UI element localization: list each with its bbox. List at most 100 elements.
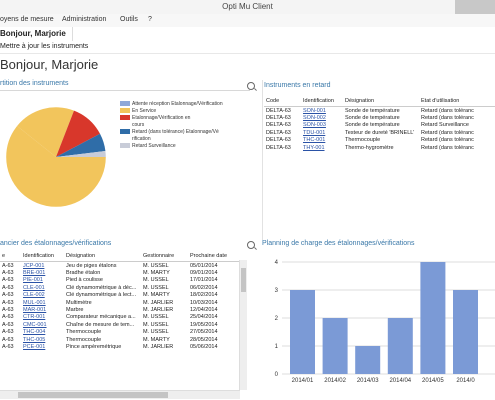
y-tick-label: 0 bbox=[275, 372, 279, 378]
instrument-link[interactable]: CMC-001 bbox=[23, 322, 47, 328]
instrument-link[interactable]: SON-002 bbox=[303, 115, 326, 121]
table-cell: SON-003 bbox=[301, 122, 343, 129]
table-cell: DELTA-63 bbox=[266, 107, 291, 114]
table-row[interactable]: DELTA-63 TDU-001 Testeur de dureté 'BRINEL… bbox=[264, 129, 495, 136]
table-cell: M. MARTY bbox=[143, 292, 170, 299]
instrument-link[interactable]: MAR-001 bbox=[23, 307, 46, 313]
table-row[interactable]: DELTA-63 SON-001 Sonde de température Retar… bbox=[264, 107, 495, 115]
legend-item: Retard (dans tolérance) Etalonnage/Vé bbox=[120, 129, 245, 135]
tab-bar: Bonjour, Marjorie bbox=[0, 27, 495, 41]
legend-item: Retard Surveillance bbox=[120, 143, 245, 149]
table-cell: M. USSEL bbox=[143, 277, 169, 284]
table-cell: Marbre bbox=[66, 307, 84, 314]
bar bbox=[322, 318, 348, 374]
instrument-link[interactable]: THC-001 bbox=[303, 137, 325, 143]
column-header[interactable]: Etat d'utilisation bbox=[419, 96, 495, 107]
table-cell: A-63 bbox=[2, 284, 14, 291]
table-row[interactable]: DELTA-63 THY-001 Thermo-hygromètre Retard (… bbox=[264, 144, 495, 151]
table-cell: 06/02/2014 bbox=[190, 284, 218, 291]
instrument-link[interactable]: TDU-001 bbox=[303, 130, 325, 136]
table-row[interactable]: A-63 JCP-001 Jeu de piges étalons M. USSEL 0… bbox=[0, 262, 242, 270]
instrument-link[interactable]: CLE-001 bbox=[23, 285, 45, 291]
table-cell: THC-001 bbox=[301, 137, 343, 144]
zoom-icon[interactable] bbox=[247, 241, 255, 249]
calendar-table: e Identification Désignation Gestionnair… bbox=[0, 251, 242, 351]
table-row[interactable]: DELTA-63 THC-001 Thermocouple Retard (dans … bbox=[264, 137, 495, 144]
table-row[interactable]: A-63 MUL-001 Multimètre M. JARLIER 10/03/201… bbox=[0, 299, 242, 306]
table-cell: SON-001 bbox=[301, 107, 343, 115]
vertical-scrollbar[interactable] bbox=[239, 260, 247, 390]
instrument-link[interactable]: THC-005 bbox=[23, 337, 45, 343]
table-cell: Testeur de dureté 'BRINELL' bbox=[345, 129, 415, 136]
column-header[interactable]: Désignation bbox=[64, 251, 141, 262]
instrument-link[interactable]: THC-004 bbox=[23, 329, 45, 335]
pie-panel-title: rtition des instruments bbox=[0, 80, 69, 87]
table-cell: DELTA-63 bbox=[266, 144, 291, 151]
x-tick-label: 2014/04 bbox=[389, 378, 411, 384]
table-row[interactable]: A-63 MAR-001 Marbre M. JARLIER 12/04/2014 bbox=[0, 306, 242, 313]
column-header[interactable]: Identification bbox=[21, 251, 64, 262]
table-cell: CLE-001 bbox=[21, 284, 64, 291]
legend-item: rification bbox=[132, 136, 151, 142]
table-cell: A-63 bbox=[2, 321, 14, 328]
divider bbox=[262, 80, 263, 240]
bar bbox=[387, 318, 413, 374]
table-cell: A-63 bbox=[2, 307, 14, 314]
table-cell: DELTA-63 bbox=[266, 115, 291, 122]
window-controls[interactable] bbox=[455, 0, 495, 14]
menu-administration[interactable]: Administration bbox=[62, 16, 106, 23]
table-row[interactable]: A-63 PIE-001 Pied à coulisse M. USSEL 17/01/… bbox=[0, 277, 242, 284]
instrument-link[interactable]: CTR-001 bbox=[23, 314, 45, 320]
instrument-link[interactable]: THY-001 bbox=[303, 145, 325, 151]
y-tick-label: 1 bbox=[275, 344, 279, 350]
table-cell: M. USSEL bbox=[143, 284, 169, 291]
horizontal-scrollbar[interactable] bbox=[0, 390, 240, 399]
table-row[interactable]: DELTA-63 SON-002 Sonde de température Retar… bbox=[264, 114, 495, 121]
column-header[interactable]: e bbox=[0, 251, 21, 262]
table-cell: M. USSEL bbox=[143, 329, 169, 336]
table-row[interactable]: A-63 PCE-001 Pince ampèremétrique M. JARLIE… bbox=[0, 343, 242, 350]
retard-panel-title: Instruments en retard bbox=[264, 82, 331, 89]
table-cell: Thermo-hygromètre bbox=[345, 144, 394, 151]
instrument-link[interactable]: SON-003 bbox=[303, 122, 326, 128]
menu-help[interactable]: ? bbox=[148, 16, 152, 23]
table-row[interactable]: A-63 THC-004 Thermocouple M. USSEL 27/05/201… bbox=[0, 329, 242, 336]
column-header[interactable]: Prochaine date bbox=[188, 251, 242, 262]
column-header[interactable]: Identification bbox=[301, 96, 343, 107]
menu-bar: oyens de mesure Administration Outils ? bbox=[0, 14, 495, 28]
instrument-link[interactable]: PCE-001 bbox=[23, 344, 45, 350]
table-cell: 09/01/2014 bbox=[190, 270, 218, 277]
table-row[interactable]: DELTA-63 SON-003 Sonde de température Retar… bbox=[264, 122, 495, 129]
instrument-link[interactable]: PIE-001 bbox=[23, 277, 43, 283]
table-row[interactable]: A-63 THC-005 Thermocouple M. MARTY 28/05/201… bbox=[0, 336, 242, 343]
legend-item: En Service bbox=[120, 108, 245, 114]
update-instruments-button[interactable]: Mettre à jour les instruments bbox=[0, 43, 88, 50]
instrument-link[interactable]: JCP-001 bbox=[23, 263, 44, 269]
table-cell: Clé dynamométrique à déc... bbox=[66, 284, 137, 291]
instrument-link[interactable]: BRE-001 bbox=[23, 270, 45, 276]
menu-outils[interactable]: Outils bbox=[120, 16, 138, 23]
zoom-icon[interactable] bbox=[247, 82, 255, 90]
table-row[interactable]: A-63 CMC-001 Chaîne de mesure de tem... M. … bbox=[0, 321, 242, 328]
table-row[interactable]: A-63 CTR-001 Comparateur mécanique a... M. … bbox=[0, 314, 242, 321]
instrument-link[interactable]: CLE-002 bbox=[23, 292, 45, 298]
table-cell: Jeu de piges étalons bbox=[66, 262, 117, 269]
table-row[interactable]: A-63 BRE-001 Bradhe étalon M. MARTY 09/01/20… bbox=[0, 269, 242, 276]
table-cell: M. USSEL bbox=[143, 314, 169, 321]
tab-home[interactable]: Bonjour, Marjorie bbox=[0, 27, 73, 41]
table-cell: THY-001 bbox=[301, 144, 343, 151]
table-cell: A-63 bbox=[2, 336, 14, 343]
instrument-link[interactable]: SON-001 bbox=[303, 108, 326, 114]
column-header[interactable]: Code bbox=[264, 96, 301, 107]
instrument-link[interactable]: MUL-001 bbox=[23, 300, 46, 306]
table-row[interactable]: A-63 CLE-001 Clé dynamométrique à déc... M.… bbox=[0, 284, 242, 291]
bar bbox=[420, 262, 446, 374]
table-cell: A-63 bbox=[2, 292, 14, 299]
table-row[interactable]: A-63 CLE-002 Clé dynamométrique à lect... M… bbox=[0, 292, 242, 299]
table-cell: 19/05/2014 bbox=[190, 321, 218, 328]
table-cell: 18/02/2014 bbox=[190, 292, 218, 299]
column-header[interactable]: Gestionnaire bbox=[141, 251, 188, 262]
menu-moyens[interactable]: oyens de mesure bbox=[0, 16, 54, 23]
table-cell: A-63 bbox=[2, 277, 14, 284]
column-header[interactable]: Désignation bbox=[343, 96, 419, 107]
